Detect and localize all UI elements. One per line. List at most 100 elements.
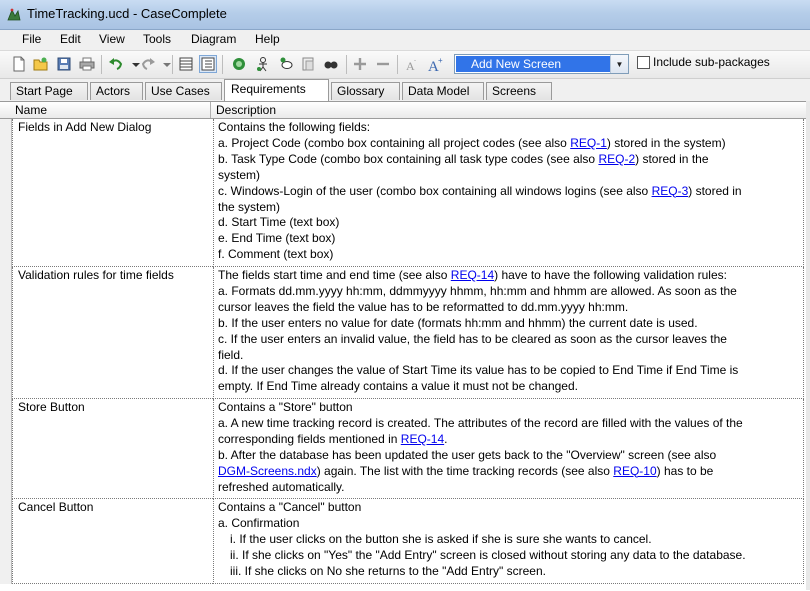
include-subpackages-checkbox[interactable] bbox=[637, 56, 650, 69]
svg-text:+: + bbox=[438, 56, 443, 65]
description-text: ) stored in the bbox=[635, 151, 709, 166]
plus-icon[interactable] bbox=[351, 55, 369, 73]
svg-text:-: - bbox=[414, 58, 416, 64]
requirement-link[interactable]: REQ-10 bbox=[613, 464, 656, 478]
tab-glossary[interactable]: Glossary bbox=[331, 82, 400, 100]
description-text: b. After the database has been updated t… bbox=[218, 447, 717, 462]
undo-icon[interactable] bbox=[107, 55, 125, 73]
description-text: cursor leaves the field the value has to… bbox=[218, 299, 629, 314]
toolbar-separator bbox=[346, 55, 347, 74]
menu-bar: File Edit View Tools Diagram Help bbox=[0, 30, 810, 51]
requirements-grid: Name Description Fields in Add New Dialo… bbox=[0, 101, 810, 591]
description-text: . bbox=[444, 431, 448, 446]
requirement-description-cell[interactable]: Contains the following fields: a. Project… bbox=[213, 119, 804, 267]
description-line: b. Task Type Code (combo box containing … bbox=[218, 152, 801, 168]
tab-data-model[interactable]: Data Model bbox=[402, 82, 484, 100]
requirement-name-cell[interactable]: Fields in Add New Dialog bbox=[12, 119, 213, 267]
requirement-name-cell[interactable]: Cancel Button bbox=[12, 499, 213, 584]
add-requirement-icon[interactable] bbox=[277, 55, 295, 73]
grid-header: Name Description bbox=[0, 102, 806, 119]
requirement-description-cell[interactable]: Contains a "Store" button a. A new time t… bbox=[213, 399, 804, 499]
add-actor-icon[interactable] bbox=[230, 55, 248, 73]
open-icon[interactable] bbox=[32, 55, 50, 73]
new-icon[interactable] bbox=[10, 55, 28, 73]
requirement-description-cell[interactable]: The fields start time and end time (see … bbox=[213, 267, 804, 399]
description-text: iii. If she clicks on No she returns to … bbox=[230, 563, 546, 578]
description-text: c. Windows-Login of the user (combo box … bbox=[218, 183, 652, 198]
row-selector[interactable] bbox=[0, 267, 12, 399]
requirement-link[interactable]: REQ-3 bbox=[652, 184, 689, 198]
window-title: TimeTracking.ucd - CaseComplete bbox=[27, 6, 227, 21]
add-glossary-icon[interactable] bbox=[299, 55, 317, 73]
minus-icon[interactable] bbox=[374, 55, 392, 73]
description-text: f. Comment (text box) bbox=[218, 247, 334, 262]
requirement-link[interactable]: REQ-14 bbox=[451, 268, 494, 282]
menu-diagram[interactable]: Diagram bbox=[191, 32, 236, 46]
description-line: e. End Time (text box) bbox=[218, 231, 801, 247]
find-icon[interactable] bbox=[322, 55, 340, 73]
description-text: the system) bbox=[218, 199, 281, 214]
font-larger-icon[interactable]: A + bbox=[426, 55, 444, 73]
redo-icon[interactable] bbox=[139, 55, 157, 73]
title-bar: TimeTracking.ucd - CaseComplete bbox=[0, 0, 810, 30]
row-selector[interactable] bbox=[0, 119, 12, 267]
save-icon[interactable] bbox=[55, 55, 73, 73]
description-line: c. If the user enters an invalid value, … bbox=[218, 332, 801, 348]
screen-select-value: Add New Screen bbox=[456, 56, 610, 72]
menu-file[interactable]: File bbox=[22, 32, 41, 46]
tab-use-cases[interactable]: Use Cases bbox=[145, 82, 222, 100]
description-line: Contains a "Cancel" button bbox=[218, 500, 801, 516]
menu-tools[interactable]: Tools bbox=[143, 32, 171, 46]
description-text: b. Task Type Code (combo box containing … bbox=[218, 151, 599, 166]
table-row[interactable]: Validation rules for time fields The fiel… bbox=[0, 267, 806, 399]
menu-help[interactable]: Help bbox=[255, 32, 280, 46]
requirement-link[interactable]: REQ-1 bbox=[570, 136, 607, 150]
include-subpackages-label: Include sub-packages bbox=[653, 55, 770, 69]
table-row[interactable]: Fields in Add New Dialog Contains the fol… bbox=[0, 119, 806, 267]
toolbar-separator bbox=[172, 55, 173, 74]
requirement-link[interactable]: REQ-2 bbox=[598, 152, 635, 166]
description-text: a. Formats dd.mm.yyyy hh:mm, ddmmyyyy hh… bbox=[218, 283, 737, 298]
requirement-link[interactable]: DGM-Screens.ndx bbox=[218, 464, 317, 478]
menu-view[interactable]: View bbox=[99, 32, 125, 46]
description-text: ii. If she clicks on "Yes" the "Add Entr… bbox=[230, 547, 746, 562]
requirement-name-cell[interactable]: Validation rules for time fields bbox=[12, 267, 213, 399]
description-line: empty. If End Time already contains a va… bbox=[218, 379, 801, 395]
requirement-link[interactable]: REQ-14 bbox=[401, 432, 444, 446]
grid-view-icon[interactable] bbox=[177, 55, 195, 73]
print-icon[interactable] bbox=[78, 55, 96, 73]
list-view-icon[interactable] bbox=[199, 55, 217, 73]
description-text: d. Start Time (text box) bbox=[218, 215, 340, 230]
requirement-name-cell[interactable]: Store Button bbox=[12, 399, 213, 499]
tab-start-page[interactable]: Start Page bbox=[10, 82, 88, 100]
toolbar-separator bbox=[101, 55, 102, 74]
description-text: Contains a "Cancel" button bbox=[218, 500, 362, 514]
description-text: system) bbox=[218, 167, 260, 182]
add-use-case-icon[interactable] bbox=[254, 55, 272, 73]
description-line: f. Comment (text box) bbox=[218, 247, 801, 263]
description-text: ) have to have the following validation … bbox=[494, 268, 727, 282]
casecomplete-app-icon bbox=[6, 7, 22, 23]
column-header-description[interactable]: Description bbox=[212, 102, 806, 118]
row-selector[interactable] bbox=[0, 399, 12, 499]
description-text: ) has to be bbox=[656, 463, 714, 478]
description-line: b. After the database has been updated t… bbox=[218, 448, 801, 464]
tab-screens[interactable]: Screens bbox=[486, 82, 552, 100]
description-line: ii. If she clicks on "Yes" the "Add Entr… bbox=[218, 548, 801, 564]
table-row[interactable]: Store Button Contains a "Store" button a. … bbox=[0, 399, 806, 499]
vertical-scrollbar[interactable] bbox=[806, 101, 810, 590]
table-row[interactable]: Cancel Button Contains a "Cancel" button a… bbox=[0, 499, 806, 584]
toolbar-separator bbox=[397, 55, 398, 74]
description-line: i. If the user clicks on the button she … bbox=[218, 532, 801, 548]
menu-edit[interactable]: Edit bbox=[60, 32, 81, 46]
column-header-name[interactable]: Name bbox=[11, 102, 211, 118]
screen-select[interactable]: Add New Screen ▼ bbox=[454, 54, 629, 74]
redo-dropdown-icon[interactable] bbox=[158, 55, 176, 73]
tab-requirements[interactable]: Requirements bbox=[224, 79, 329, 101]
row-selector[interactable] bbox=[0, 499, 12, 584]
description-text: e. End Time (text box) bbox=[218, 231, 336, 246]
tab-actors[interactable]: Actors bbox=[90, 82, 143, 100]
font-smaller-icon[interactable]: A- bbox=[403, 55, 421, 73]
chevron-down-icon[interactable]: ▼ bbox=[610, 55, 628, 73]
requirement-description-cell[interactable]: Contains a "Cancel" button a. Confirmatio… bbox=[213, 499, 804, 584]
